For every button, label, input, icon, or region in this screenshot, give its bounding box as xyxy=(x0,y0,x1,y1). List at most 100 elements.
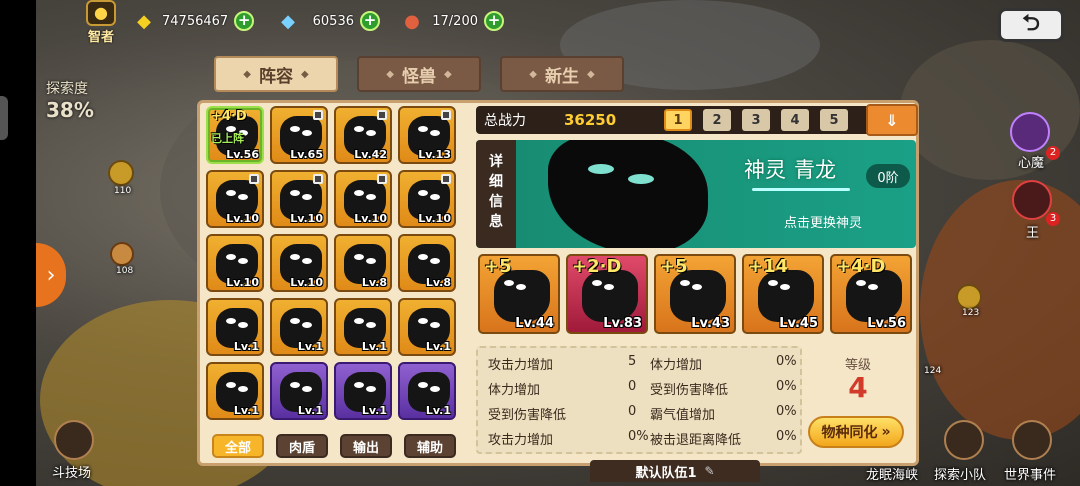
king-label: 王 xyxy=(1026,226,1040,241)
sage-badge[interactable]: ● 智者 xyxy=(82,0,120,45)
monster-roster: +4·D 已上阵 Lv.56 Lv.65 Lv.42 Lv.13 Lv.10 Lv.10 Lv.… xyxy=(206,106,462,426)
team-slot-card[interactable]: +4·D Lv.56 xyxy=(830,254,912,334)
add-diamond-button[interactable]: + xyxy=(360,11,380,31)
king-boss-icon[interactable] xyxy=(1012,180,1052,220)
arena-label: 斗技场 xyxy=(52,466,92,481)
team-slot-card[interactable]: +14 Lv.45 xyxy=(742,254,824,334)
world-event-icon[interactable] xyxy=(1012,420,1052,460)
level-value: 4 xyxy=(848,371,868,404)
roster-monster-card[interactable]: Lv.13 xyxy=(398,106,456,164)
team-2-button[interactable]: 2 xyxy=(703,109,731,131)
roster-monster-card[interactable]: Lv.65 xyxy=(270,106,328,164)
tab-monsters[interactable]: ◆ 怪兽 ◆ xyxy=(357,56,481,92)
roster-monster-card[interactable]: Lv.10 xyxy=(206,234,264,292)
team-slot-card[interactable]: +2·D Lv.83 xyxy=(566,254,648,334)
title-underline xyxy=(752,188,850,191)
monster-level: Lv.45 xyxy=(779,316,818,331)
lock-icon xyxy=(313,110,323,120)
team-3-button[interactable]: 3 xyxy=(742,109,770,131)
team-5-button[interactable]: 5 xyxy=(820,109,848,131)
monster-level: Lv.10 xyxy=(290,212,323,225)
dragon-strait-label: 龙眠海峡 xyxy=(866,468,919,483)
roster-monster-card[interactable]: Lv.10 xyxy=(334,170,392,228)
team-slots: +5 Lv.44 +2·D Lv.83 +5 Lv.43 +14 Lv.45 +4·D Lv.56 xyxy=(478,254,912,334)
team-4-button[interactable]: 4 xyxy=(781,109,809,131)
total-power-label: 总战力 xyxy=(484,113,526,129)
stat-label: 受到伤害降低 xyxy=(488,408,567,423)
gold-gem-icon: ◆ xyxy=(137,10,151,32)
species-sync-button[interactable]: 物种同化» xyxy=(808,416,904,448)
roster-monster-card[interactable]: Lv.10 xyxy=(270,234,328,292)
team-name-tab[interactable]: 默认队伍1 ✎ xyxy=(590,460,760,482)
map-node[interactable] xyxy=(956,284,982,310)
monster-level: Lv.10 xyxy=(226,276,259,289)
spirit-banner[interactable]: 详 细 信 息 神灵 青龙 0阶 点击更换神灵 xyxy=(476,140,916,248)
roster-monster-card[interactable]: Lv.10 xyxy=(270,170,328,228)
roster-monster-card[interactable]: Lv.1 xyxy=(334,362,392,420)
roster-monster-card[interactable]: Lv.1 xyxy=(334,298,392,356)
gold-value: 74756467 xyxy=(162,13,229,29)
map-node[interactable] xyxy=(108,160,134,186)
filter-support-button[interactable]: 辅助 xyxy=(404,434,456,458)
roster-monster-card[interactable]: Lv.42 xyxy=(334,106,392,164)
stat-label: 体力增加 xyxy=(650,358,703,373)
arena-icon[interactable] xyxy=(54,420,94,460)
monster-level: Lv.43 xyxy=(691,316,730,331)
gold-counter: ◆ 74756467 + xyxy=(132,10,255,32)
monster-level: Lv.10 xyxy=(226,212,259,225)
explore-team-label: 探索小队 xyxy=(934,468,987,483)
explore-team-icon[interactable] xyxy=(944,420,984,460)
heart-demon-label: 心魔 xyxy=(1018,156,1045,171)
filter-all-button[interactable]: 全部 xyxy=(212,434,264,458)
monster-level: Lv.1 xyxy=(425,404,451,417)
back-button[interactable]: ⮌ xyxy=(998,8,1064,42)
roster-monster-card[interactable]: Lv.1 xyxy=(398,362,456,420)
detail-tab-char: 信 xyxy=(489,194,503,210)
team-1-button[interactable]: 1 xyxy=(664,109,692,131)
monster-level: Lv.13 xyxy=(418,148,451,161)
roster-monster-card[interactable]: Lv.8 xyxy=(398,234,456,292)
heart-demon-icon[interactable] xyxy=(1010,112,1050,152)
map-node[interactable] xyxy=(110,242,134,266)
stat-label: 受到伤害降低 xyxy=(650,383,729,398)
upgrade-badge: +5 xyxy=(660,256,688,277)
team-slot-card[interactable]: +5 Lv.44 xyxy=(478,254,560,334)
lock-icon xyxy=(313,174,323,184)
stat-value: 0% xyxy=(776,354,797,369)
roster-monster-card[interactable]: Lv.10 xyxy=(206,170,264,228)
roster-monster-card[interactable]: Lv.1 xyxy=(206,362,264,420)
roster-monster-card[interactable]: Lv.10 xyxy=(398,170,456,228)
tab-reborn[interactable]: ◆ 新生 ◆ xyxy=(500,56,624,92)
add-gold-button[interactable]: + xyxy=(234,11,255,31)
roster-monster-card[interactable]: +4·D 已上阵 Lv.56 xyxy=(206,106,264,164)
map-node-label: 123 xyxy=(962,308,980,318)
filter-tank-button[interactable]: 肉盾 xyxy=(276,434,328,458)
total-power-value: 36250 xyxy=(564,111,617,129)
role-filters: 全部 肉盾 输出 辅助 xyxy=(212,434,456,458)
roster-monster-card[interactable]: Lv.1 xyxy=(270,362,328,420)
team-swap-button[interactable]: ⇓ xyxy=(866,104,918,136)
roster-monster-card[interactable]: Lv.1 xyxy=(270,298,328,356)
upgrade-badge: +14 xyxy=(748,256,789,277)
lock-icon xyxy=(441,174,451,184)
map-node-label: 110 xyxy=(114,186,132,196)
map-node-label: 108 xyxy=(116,266,134,276)
diamond-counter: ◆ 60536 + xyxy=(276,10,380,32)
total-power-bar: 总战力 36250 1 2 3 4 5 xyxy=(476,106,910,134)
team-slot-card[interactable]: +5 Lv.43 xyxy=(654,254,736,334)
change-spirit-hint: 点击更换神灵 xyxy=(784,216,863,231)
stat-value: 0% xyxy=(776,404,797,419)
filter-damage-button[interactable]: 输出 xyxy=(340,434,392,458)
add-stamina-button[interactable]: + xyxy=(484,11,504,31)
tab-label: 阵容 xyxy=(259,66,293,87)
roster-monster-card[interactable]: Lv.1 xyxy=(206,298,264,356)
monster-level: Lv.1 xyxy=(297,340,323,353)
monster-portrait xyxy=(582,270,638,322)
edit-pencil-icon[interactable]: ✎ xyxy=(704,464,714,478)
spirit-title: 神灵 青龙 xyxy=(744,154,836,184)
tab-lineup[interactable]: ◆ 阵容 ◆ xyxy=(214,56,338,92)
detail-info-tab[interactable]: 详 细 信 息 xyxy=(476,140,516,248)
roster-monster-card[interactable]: Lv.8 xyxy=(334,234,392,292)
stamina-value: 17/200 xyxy=(432,13,478,29)
roster-monster-card[interactable]: Lv.1 xyxy=(398,298,456,356)
